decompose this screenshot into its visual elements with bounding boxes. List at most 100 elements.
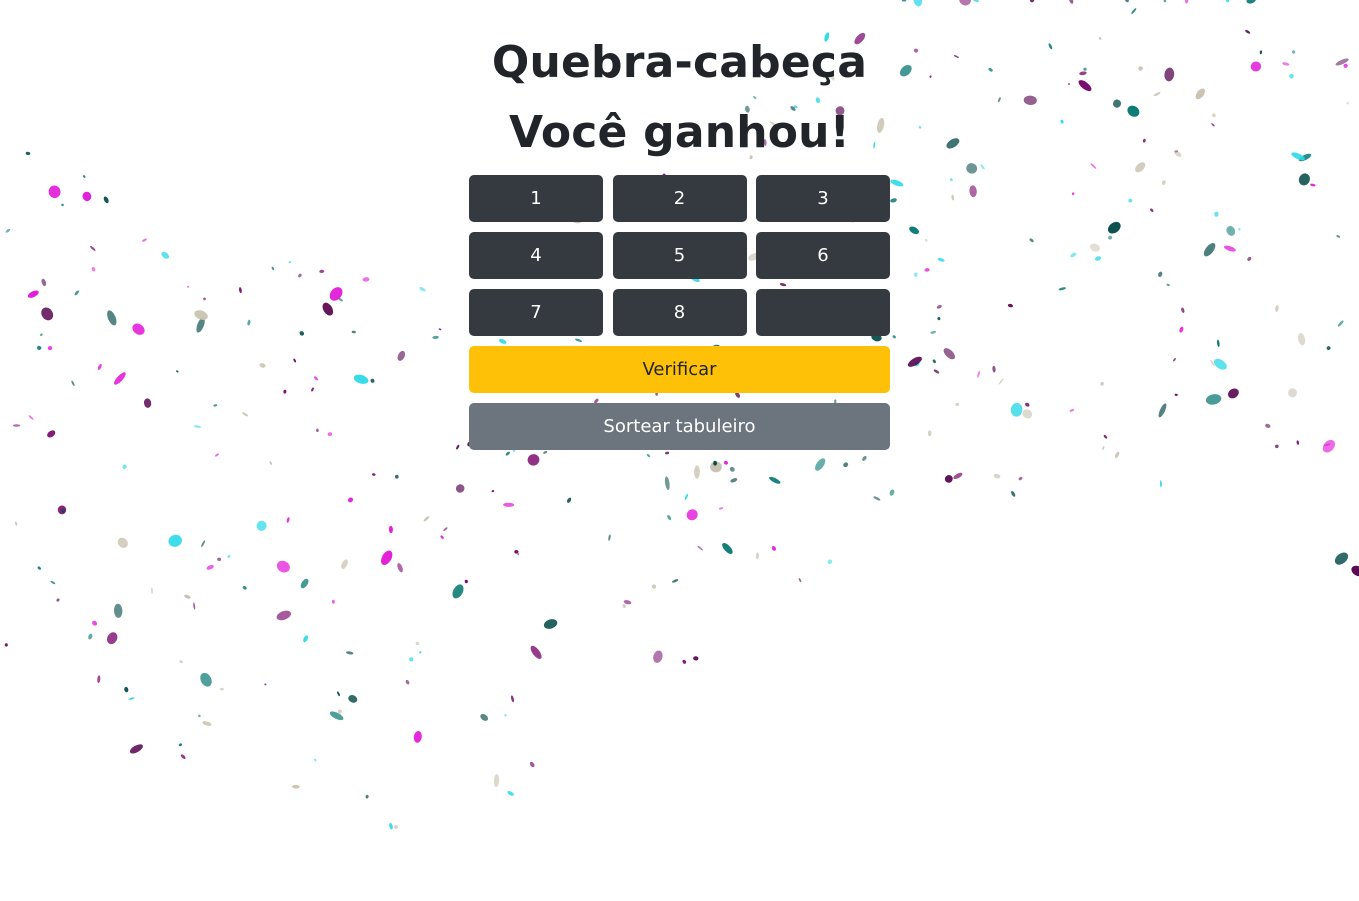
confetti-piece	[665, 451, 670, 455]
confetti-piece	[337, 691, 340, 697]
confetti-piece	[329, 287, 343, 301]
tile-4[interactable]: 4	[469, 232, 603, 279]
confetti-piece	[213, 404, 218, 407]
confetti-piece	[196, 317, 205, 333]
verify-button[interactable]: Verificar	[469, 346, 890, 393]
confetti-piece	[179, 660, 183, 664]
confetti-piece	[124, 686, 129, 693]
confetti-piece	[1150, 208, 1154, 212]
confetti-piece	[1060, 119, 1064, 124]
confetti-piece	[365, 794, 369, 799]
confetti-piece	[1083, 67, 1087, 71]
confetti-piece	[1336, 234, 1341, 238]
confetti-piece	[1247, 256, 1252, 261]
shuffle-board-button[interactable]: Sortear tabuleiro	[469, 403, 890, 450]
confetti-piece	[1070, 252, 1077, 258]
confetti-piece	[1289, 73, 1294, 79]
confetti-piece	[117, 537, 128, 548]
confetti-piece	[988, 67, 993, 72]
confetti-piece	[303, 635, 309, 643]
confetti-piece	[1127, 105, 1140, 117]
confetti-piece	[15, 521, 18, 526]
confetti-piece	[57, 505, 67, 515]
confetti-piece	[5, 228, 11, 233]
confetti-piece	[969, 185, 977, 198]
confetti-piece	[1058, 287, 1067, 291]
confetti-piece	[651, 584, 657, 589]
confetti-piece	[943, 348, 955, 360]
confetti-piece	[1094, 256, 1102, 261]
confetti-piece	[247, 319, 251, 326]
confetti-piece	[180, 754, 186, 760]
confetti-piece	[873, 496, 881, 501]
confetti-piece	[327, 432, 333, 437]
confetti-piece	[198, 714, 201, 718]
puzzle-board: 1 2 3 4 5 6 7 8	[469, 175, 890, 336]
confetti-piece	[1259, 50, 1263, 55]
confetti-piece	[1108, 235, 1113, 240]
confetti-piece	[103, 196, 109, 204]
confetti-piece	[351, 330, 356, 334]
confetti-piece	[1166, 283, 1170, 287]
confetti-piece	[529, 761, 535, 768]
confetti-piece	[337, 709, 342, 714]
tile-5[interactable]: 5	[612, 232, 747, 279]
tile-3[interactable]: 3	[756, 175, 890, 222]
confetti-piece	[206, 565, 214, 570]
confetti-piece	[114, 372, 126, 385]
confetti-piece	[82, 175, 86, 178]
confetti-piece	[608, 534, 611, 541]
confetti-piece	[1164, 67, 1175, 82]
tile-empty[interactable]	[756, 289, 890, 336]
tile-6[interactable]: 6	[756, 232, 890, 279]
confetti-piece	[443, 527, 448, 532]
confetti-piece	[1282, 62, 1290, 66]
confetti-piece	[413, 731, 422, 743]
confetti-piece	[929, 75, 932, 78]
confetti-piece	[977, 370, 980, 378]
confetti-piece	[97, 675, 101, 684]
confetti-piece	[329, 711, 344, 721]
confetti-piece	[1089, 243, 1101, 252]
confetti-piece	[1296, 440, 1300, 445]
confetti-piece	[143, 398, 152, 408]
confetti-piece	[1078, 80, 1092, 92]
confetti-piece	[505, 451, 510, 456]
tile-7[interactable]: 7	[469, 289, 603, 336]
confetti-piece	[507, 791, 514, 796]
confetti-piece	[1226, 225, 1236, 236]
confetti-piece	[936, 304, 942, 309]
confetti-piece	[1159, 480, 1162, 488]
confetti-piece	[718, 507, 724, 510]
confetti-piece	[456, 444, 460, 450]
confetti-piece	[319, 269, 325, 274]
confetti-piece	[313, 758, 317, 762]
confetti-piece	[1103, 434, 1108, 439]
confetti-piece	[27, 290, 39, 298]
confetti-piece	[464, 579, 468, 584]
confetti-piece	[1245, 29, 1251, 34]
confetti-piece	[913, 48, 919, 53]
confetti-piece	[907, 356, 922, 367]
confetti-piece	[1322, 439, 1336, 453]
tile-2[interactable]: 2	[612, 175, 747, 222]
confetti-piece	[1090, 163, 1097, 169]
confetti-piece	[142, 238, 147, 242]
confetti-piece	[438, 328, 442, 331]
confetti-piece	[1250, 61, 1262, 72]
tile-8[interactable]: 8	[612, 289, 747, 336]
confetti-piece	[1071, 192, 1075, 195]
confetti-piece	[28, 415, 34, 420]
confetti-piece	[1298, 153, 1312, 162]
confetti-piece	[955, 402, 960, 406]
confetti-piece	[1212, 113, 1216, 118]
confetti-piece	[684, 493, 689, 501]
confetti-piece	[1048, 43, 1053, 50]
confetti-piece	[372, 473, 376, 476]
tile-1[interactable]: 1	[469, 175, 603, 222]
confetti-piece	[946, 138, 960, 149]
confetti-piece	[264, 683, 267, 686]
confetti-piece	[1098, 36, 1102, 40]
confetti-piece	[697, 545, 704, 551]
confetti-piece	[543, 451, 548, 454]
